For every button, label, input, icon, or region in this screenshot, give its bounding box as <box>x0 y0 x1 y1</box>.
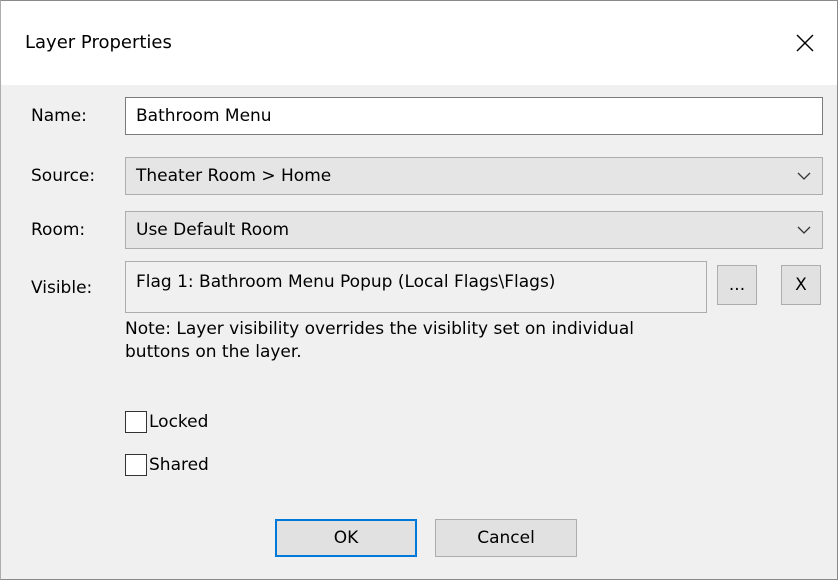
browse-button-label: ... <box>728 275 746 295</box>
visible-field-value: Flag 1: Bathroom Menu Popup (Local Flags… <box>136 272 556 292</box>
source-dropdown[interactable]: Theater Room > Home <box>125 157 823 195</box>
visible-field: Flag 1: Bathroom Menu Popup (Local Flags… <box>125 261 707 313</box>
visible-label: Visible: <box>31 278 93 298</box>
source-dropdown-value: Theater Room > Home <box>136 165 332 186</box>
name-input[interactable]: Bathroom Menu <box>125 97 823 135</box>
cancel-button[interactable]: Cancel <box>435 519 577 557</box>
cancel-button-label: Cancel <box>477 528 535 548</box>
title-bar: Layer Properties <box>1 1 837 85</box>
visibility-note-line1: Note: Layer visibility overrides the vis… <box>125 319 634 339</box>
dialog-title: Layer Properties <box>25 32 172 53</box>
shared-checkbox-row[interactable]: Shared <box>125 453 209 477</box>
layer-properties-dialog: Layer Properties Name: Bathroom Menu Sou… <box>0 0 838 580</box>
source-label: Source: <box>31 166 96 186</box>
shared-checkbox-label: Shared <box>149 455 209 475</box>
ok-button-label: OK <box>333 528 359 548</box>
clear-button-label: X <box>795 275 807 295</box>
room-dropdown[interactable]: Use Default Room <box>125 211 823 249</box>
clear-button[interactable]: X <box>781 265 821 305</box>
locked-checkbox-row[interactable]: Locked <box>125 410 208 434</box>
room-label: Room: <box>31 220 86 240</box>
visibility-note-line2: buttons on the layer. <box>125 342 302 362</box>
ok-button[interactable]: OK <box>275 519 417 557</box>
shared-checkbox[interactable] <box>125 454 147 476</box>
room-dropdown-value: Use Default Room <box>136 219 290 240</box>
close-icon <box>796 34 814 52</box>
name-input-value: Bathroom Menu <box>136 105 272 126</box>
browse-button[interactable]: ... <box>717 265 757 305</box>
close-button[interactable] <box>773 1 837 85</box>
locked-checkbox-label: Locked <box>149 412 209 432</box>
visibility-note: Note: Layer visibility overrides the vis… <box>125 318 745 364</box>
chevron-down-icon <box>797 226 811 234</box>
name-label: Name: <box>31 106 87 126</box>
chevron-down-icon <box>797 172 811 180</box>
locked-checkbox[interactable] <box>125 411 147 433</box>
